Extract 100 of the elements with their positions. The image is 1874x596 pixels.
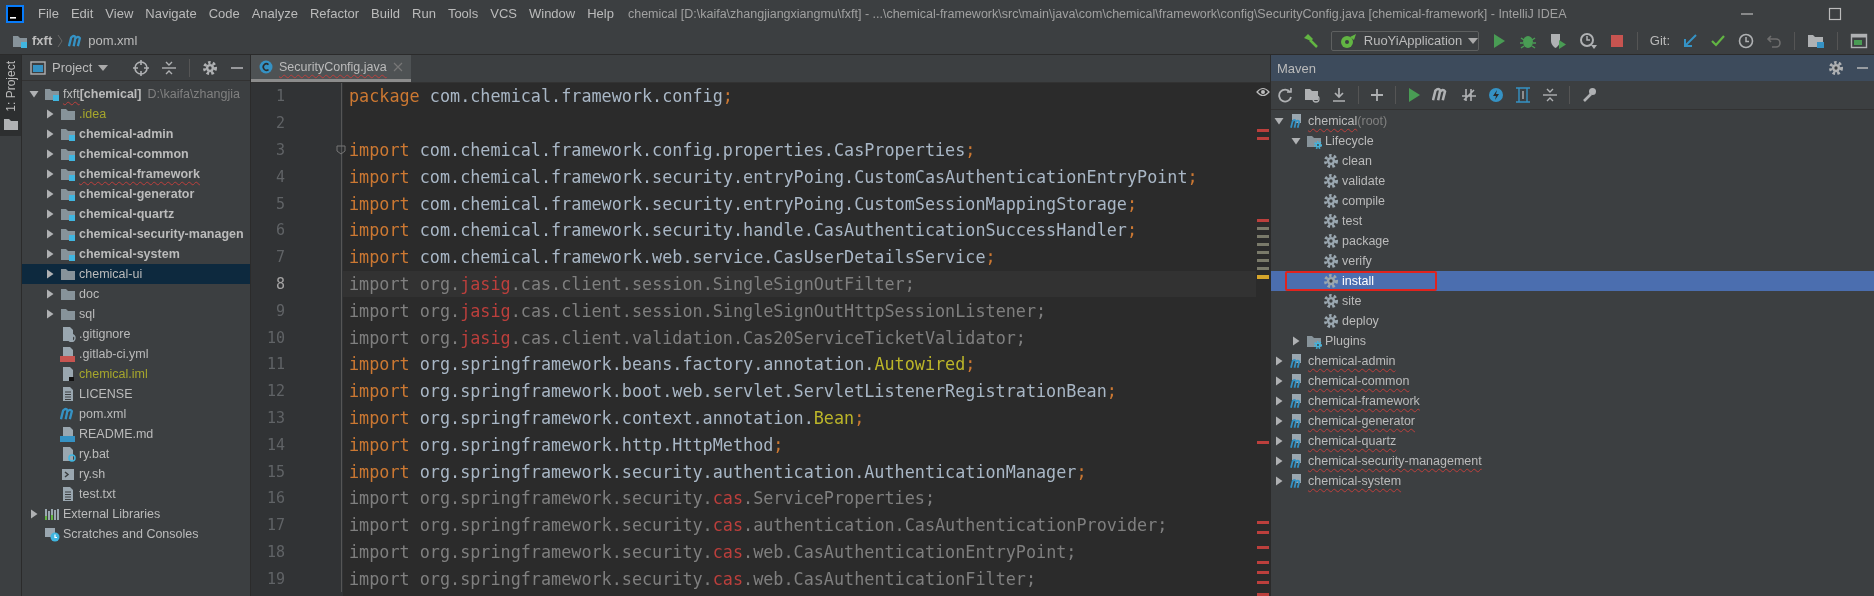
expand-arrow-icon[interactable] bbox=[1273, 355, 1285, 367]
view-selector-dropdown[interactable]: Project bbox=[26, 58, 113, 77]
expand-arrow-icon[interactable] bbox=[44, 208, 56, 220]
folder-icon[interactable] bbox=[1304, 87, 1320, 103]
expand-all-icon[interactable] bbox=[1515, 87, 1531, 103]
tree-item[interactable]: clean bbox=[1271, 151, 1874, 171]
tree-item[interactable]: ry.bat bbox=[22, 444, 250, 464]
expand-arrow-icon[interactable] bbox=[44, 168, 56, 180]
menu-item[interactable]: Help bbox=[581, 3, 620, 24]
tree-item[interactable]: Scratches and Consoles bbox=[22, 524, 250, 544]
breadcrumb[interactable]: fxft bbox=[8, 30, 57, 51]
update-arrow-icon[interactable] bbox=[1682, 32, 1698, 49]
tree-item[interactable]: sql bbox=[22, 304, 250, 324]
expand-arrow-icon[interactable] bbox=[44, 308, 56, 320]
tree-item[interactable]: doc bbox=[22, 284, 250, 304]
expand-arrow-icon[interactable] bbox=[44, 268, 56, 280]
menu-item[interactable]: Edit bbox=[64, 3, 100, 24]
tree-item[interactable]: External Libraries bbox=[22, 504, 250, 524]
expand-arrow-icon[interactable] bbox=[1290, 335, 1302, 347]
expand-arrow-icon[interactable] bbox=[44, 188, 56, 200]
settings-icon[interactable] bbox=[202, 59, 218, 76]
expand-arrow-icon[interactable] bbox=[28, 508, 40, 520]
expand-arrow-icon[interactable] bbox=[44, 248, 56, 260]
expand-arrow-icon[interactable] bbox=[1273, 415, 1285, 427]
tree-item[interactable]: LICENSE bbox=[22, 384, 250, 404]
skip-tests-icon[interactable] bbox=[1461, 87, 1477, 103]
breadcrumb[interactable]: pom.xml bbox=[64, 30, 142, 51]
tree-item[interactable]: chemical-common bbox=[1271, 371, 1874, 391]
menu-item[interactable]: Analyze bbox=[245, 3, 304, 24]
menu-item[interactable]: Navigate bbox=[139, 3, 203, 24]
crosshair-icon[interactable] bbox=[133, 59, 149, 76]
tree-item[interactable]: chemical-admin bbox=[22, 124, 250, 144]
expand-arrow-icon[interactable] bbox=[1273, 395, 1285, 407]
history-icon[interactable] bbox=[1738, 32, 1754, 49]
tree-item[interactable]: validate bbox=[1271, 171, 1874, 191]
window-icon[interactable] bbox=[1850, 32, 1868, 49]
tree-item[interactable]: .gitignore bbox=[22, 324, 250, 344]
collapse-arrow-icon[interactable] bbox=[1290, 135, 1302, 147]
tree-item[interactable]: chemical-admin bbox=[1271, 351, 1874, 371]
wrench-icon[interactable] bbox=[1581, 87, 1597, 103]
tree-item[interactable]: chemical(root) bbox=[1271, 111, 1874, 131]
settings-icon[interactable] bbox=[1828, 60, 1844, 76]
expand-arrow-icon[interactable] bbox=[1273, 375, 1285, 387]
tree-item[interactable]: Lifecycle bbox=[1271, 131, 1874, 151]
collapse-arrow-icon[interactable] bbox=[28, 88, 40, 100]
folder-icon[interactable] bbox=[1807, 32, 1825, 49]
plus-icon[interactable] bbox=[1370, 88, 1384, 102]
menu-item[interactable]: Tools bbox=[441, 3, 485, 24]
tree-item[interactable]: chemical-framework bbox=[22, 164, 250, 184]
collapse-arrow-icon[interactable] bbox=[1273, 115, 1285, 127]
menu-item[interactable]: View bbox=[99, 3, 140, 24]
tree-item[interactable]: chemical-quartz bbox=[22, 204, 250, 224]
tree-item[interactable]: chemical.iml bbox=[22, 364, 250, 384]
expand-arrow-icon[interactable] bbox=[1273, 455, 1285, 467]
download-icon[interactable] bbox=[1331, 87, 1347, 103]
tree-item[interactable]: verify bbox=[1271, 251, 1874, 271]
tree-item[interactable]: chemical-security-managen bbox=[22, 224, 250, 244]
tree-item[interactable]: test.txt bbox=[22, 484, 250, 504]
tree-item[interactable]: deploy bbox=[1271, 311, 1874, 331]
tree-item[interactable]: chemical-generator bbox=[1271, 411, 1874, 431]
tree-item[interactable]: chemical-system bbox=[22, 244, 250, 264]
tree-item[interactable]: chemical-system bbox=[1271, 471, 1874, 491]
eye-icon[interactable] bbox=[1256, 87, 1270, 97]
tree-item[interactable]: .gitlab-ci.yml bbox=[22, 344, 250, 364]
tree-item[interactable]: .idea bbox=[22, 104, 250, 124]
refresh-icon[interactable] bbox=[1277, 87, 1293, 103]
tree-item[interactable]: chemical-ui bbox=[22, 264, 250, 284]
tree-item[interactable]: ry.sh bbox=[22, 464, 250, 484]
collapse-all-icon[interactable] bbox=[1542, 87, 1558, 103]
expand-arrow-icon[interactable] bbox=[44, 148, 56, 160]
tree-item[interactable]: README.md bbox=[22, 424, 250, 444]
expand-arrow-icon[interactable] bbox=[44, 128, 56, 140]
menu-item[interactable]: VCS bbox=[484, 3, 523, 24]
menu-item[interactable]: Build bbox=[365, 3, 406, 24]
expand-arrow-icon[interactable] bbox=[1273, 475, 1285, 487]
tree-item[interactable]: test bbox=[1271, 211, 1874, 231]
profiler-icon[interactable] bbox=[1578, 31, 1597, 50]
menu-item[interactable]: File bbox=[32, 3, 65, 24]
tree-item[interactable]: Plugins bbox=[1271, 331, 1874, 351]
menu-item[interactable]: Refactor bbox=[303, 3, 366, 24]
tree-item[interactable]: chemical-security-management bbox=[1271, 451, 1874, 471]
tree-item[interactable]: pom.xml bbox=[22, 404, 250, 424]
menu-item[interactable]: Run bbox=[406, 3, 442, 24]
tree-item[interactable]: chemical-common bbox=[22, 144, 250, 164]
lightning-icon[interactable] bbox=[1488, 87, 1504, 103]
tool-window-tab[interactable]: 1: Project bbox=[0, 55, 21, 136]
fold-icon[interactable] bbox=[336, 145, 346, 155]
tree-item[interactable]: install bbox=[1271, 271, 1874, 291]
maximize-icon[interactable] bbox=[1828, 6, 1842, 21]
tree-item[interactable]: fxft[chemical] D:\kaifa\zhangjia bbox=[22, 84, 250, 104]
run-configuration-dropdown[interactable]: RuoYiApplication bbox=[1330, 30, 1479, 51]
expand-arrow-icon[interactable] bbox=[1273, 435, 1285, 447]
tree-item[interactable]: chemical-generator bbox=[22, 184, 250, 204]
expand-arrow-icon[interactable] bbox=[44, 108, 56, 120]
tree-item[interactable]: package bbox=[1271, 231, 1874, 251]
tree-item[interactable]: chemical-framework bbox=[1271, 391, 1874, 411]
stop-icon[interactable] bbox=[1608, 32, 1625, 49]
expand-arrow-icon[interactable] bbox=[44, 228, 56, 240]
tree-item[interactable]: compile bbox=[1271, 191, 1874, 211]
editor-tab[interactable]: SecurityConfig.java bbox=[251, 55, 411, 82]
